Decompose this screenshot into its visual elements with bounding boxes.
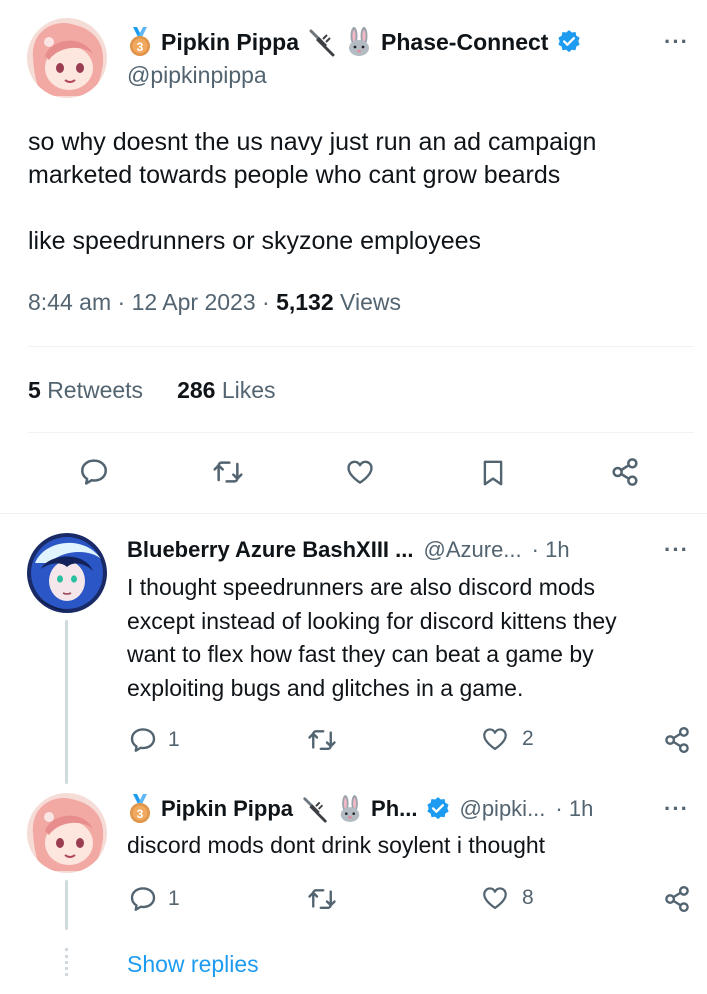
likes-label: Likes bbox=[221, 377, 276, 403]
separator-dot: · bbox=[262, 289, 277, 315]
reply-author-affiliation[interactable]: Ph... bbox=[371, 796, 417, 822]
author-avatar[interactable] bbox=[27, 18, 107, 98]
likes-stat[interactable]: 286 Likes bbox=[177, 377, 275, 404]
thread-line bbox=[65, 620, 68, 784]
retweet-icon[interactable] bbox=[306, 725, 338, 755]
more-options-icon[interactable]: ··· bbox=[664, 798, 689, 820]
author-name-row: 3 Pipkin Pippa Phase-Connect bbox=[127, 26, 582, 58]
likes-count: 286 bbox=[177, 377, 216, 403]
reply-text-line: I thought speedrunners are also discord … bbox=[127, 574, 595, 600]
tweet-metadata: 8:44 am · 12 Apr 2023 · 5,132 Views bbox=[28, 289, 401, 316]
reply-text-line: want to flex how fast they can beat a ga… bbox=[127, 641, 594, 667]
retweet-icon[interactable] bbox=[306, 884, 338, 914]
thread-dotted-line bbox=[65, 948, 68, 976]
share-icon[interactable] bbox=[662, 884, 692, 914]
thread-line bbox=[65, 880, 68, 930]
views-label: Views bbox=[340, 289, 401, 315]
reply-author-name[interactable]: Pipkin Pippa bbox=[161, 796, 293, 822]
svg-text:3: 3 bbox=[137, 807, 144, 821]
tweet-text: so why doesnt the us navy just run an ad… bbox=[28, 126, 688, 258]
reply-icon[interactable] bbox=[78, 456, 110, 488]
tweet-text-line: like speedrunners or skyzone employees bbox=[28, 227, 482, 255]
reply-text-line: except instead of looking for discord ki… bbox=[127, 607, 617, 634]
tweet-text-line: marketed towards people who cant grow be… bbox=[28, 161, 561, 189]
retweets-stat[interactable]: 5 Retweets bbox=[28, 377, 143, 404]
bookmark-icon[interactable] bbox=[478, 456, 508, 490]
plug-icon bbox=[307, 27, 337, 57]
like-icon[interactable] bbox=[480, 884, 510, 912]
like-count: 2 bbox=[522, 727, 534, 750]
tweet-date[interactable]: 12 Apr 2023 bbox=[132, 289, 256, 315]
tweet-time[interactable]: 8:44 am bbox=[28, 289, 111, 315]
medal-icon: 3 bbox=[127, 27, 153, 57]
reply-count: 1 bbox=[168, 728, 180, 751]
reply-action-like[interactable]: 8 bbox=[480, 884, 534, 912]
reply-text: I thought speedrunners are also discord … bbox=[127, 571, 697, 705]
more-options-icon[interactable]: ··· bbox=[664, 539, 689, 561]
reply-avatar[interactable] bbox=[27, 533, 107, 613]
author-affiliation[interactable]: Phase-Connect bbox=[381, 29, 548, 56]
more-options-icon[interactable]: ··· bbox=[664, 31, 689, 53]
retweet-icon[interactable] bbox=[211, 456, 245, 488]
reply-avatar[interactable] bbox=[27, 793, 107, 873]
reply-header: 3 Pipkin Pippa Ph... @pipki... · 1h bbox=[127, 793, 593, 825]
medal-icon: 3 bbox=[127, 794, 153, 824]
author-name[interactable]: Pipkin Pippa bbox=[161, 29, 299, 56]
divider bbox=[28, 432, 694, 433]
views-count: 5,132 bbox=[276, 289, 334, 315]
retweets-count: 5 bbox=[28, 377, 41, 403]
reply-time[interactable]: · 1h bbox=[532, 537, 570, 563]
reply-text: discord mods dont drink soylent i though… bbox=[127, 829, 697, 863]
show-replies-link[interactable]: Show replies bbox=[127, 951, 259, 978]
like-count: 8 bbox=[522, 886, 534, 909]
rabbit-icon bbox=[337, 795, 363, 823]
reply-icon[interactable] bbox=[128, 725, 158, 755]
reply-time[interactable]: · 1h bbox=[555, 796, 593, 822]
separator-dot: · bbox=[117, 289, 132, 315]
divider bbox=[0, 513, 707, 514]
tweet-text-line: so why doesnt the us navy just run an ad… bbox=[28, 128, 597, 156]
tweet-stats: 5 Retweets 286 Likes bbox=[28, 377, 276, 404]
share-icon[interactable] bbox=[609, 456, 641, 488]
rabbit-icon bbox=[345, 27, 373, 57]
reply-action-like[interactable]: 2 bbox=[480, 725, 534, 753]
reply-author-handle[interactable]: @pipki... bbox=[459, 796, 545, 822]
reply-text-line: exploiting bugs and glitches in a game. bbox=[127, 674, 524, 701]
reply-text-line: discord mods dont drink soylent i though… bbox=[127, 832, 546, 858]
reply-icon[interactable] bbox=[128, 884, 158, 914]
like-icon[interactable] bbox=[480, 725, 510, 753]
reply-count: 1 bbox=[168, 887, 180, 910]
divider bbox=[28, 346, 694, 347]
reply-author-handle[interactable]: @Azure... bbox=[424, 537, 522, 563]
svg-text:3: 3 bbox=[137, 40, 144, 54]
like-icon[interactable] bbox=[344, 457, 376, 487]
author-handle[interactable]: @pipkinpippa bbox=[127, 62, 267, 89]
reply-action-reply[interactable]: 1 bbox=[128, 725, 180, 755]
verified-badge-icon bbox=[556, 29, 582, 55]
share-icon[interactable] bbox=[662, 725, 692, 755]
reply-author-name[interactable]: Blueberry Azure BashXIII ... bbox=[127, 537, 414, 563]
plug-icon bbox=[301, 795, 329, 823]
verified-badge-icon bbox=[425, 796, 451, 822]
reply-action-reply[interactable]: 1 bbox=[128, 884, 180, 914]
retweets-label: Retweets bbox=[47, 377, 144, 403]
reply-header: Blueberry Azure BashXIII ... @Azure... ·… bbox=[127, 536, 570, 564]
